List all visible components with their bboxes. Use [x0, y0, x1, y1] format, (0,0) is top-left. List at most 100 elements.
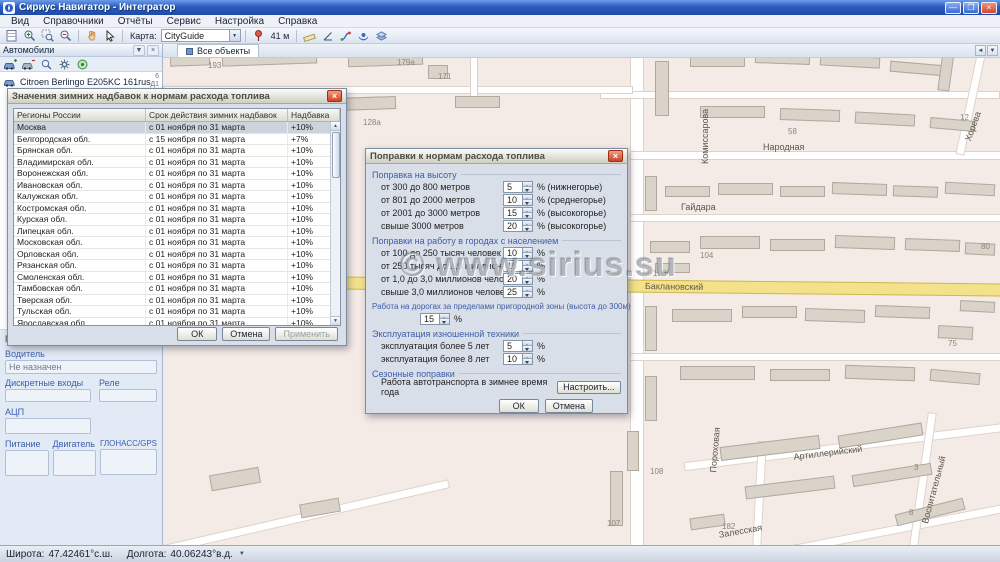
select-cursor-icon[interactable]: [101, 28, 118, 43]
layers-icon[interactable]: [373, 28, 390, 43]
spinner-arrows[interactable]: [439, 314, 449, 324]
spinner-arrows[interactable]: [522, 274, 532, 284]
region-row[interactable]: Воронежская обл. с 01 ноября по 31 марта…: [14, 168, 340, 180]
panel-close-icon[interactable]: ×: [147, 45, 159, 56]
cancel-button[interactable]: Отмена: [545, 399, 593, 413]
spinner-input[interactable]: 15: [503, 260, 533, 272]
spinner-input[interactable]: 10: [503, 353, 533, 365]
spinner-arrows[interactable]: [522, 221, 532, 231]
adc-link[interactable]: АЦП: [5, 407, 157, 417]
winter-dialog-titlebar[interactable]: Значения зимних надбавок к нормам расход…: [8, 89, 346, 104]
menu-item[interactable]: Настройка: [208, 16, 271, 27]
menu-item[interactable]: Вид: [4, 16, 36, 27]
status-dropdown-icon[interactable]: ▼: [239, 551, 245, 557]
menu-item[interactable]: Справка: [271, 16, 324, 27]
scroll-thumb[interactable]: [332, 132, 340, 178]
route-icon[interactable]: [337, 28, 354, 43]
region-row[interactable]: Тамбовская обл. с 01 ноября по 31 марта …: [14, 283, 340, 295]
discrete-inputs-link[interactable]: Дискретные входы: [5, 378, 91, 388]
menu-item[interactable]: Сервис: [160, 16, 208, 27]
glonass-link[interactable]: ГЛОНАСС/GPS: [100, 439, 157, 448]
driver-link[interactable]: Водитель: [5, 349, 157, 359]
zoom-out-icon[interactable]: [57, 28, 74, 43]
region-row[interactable]: Москва с 01 ноября по 31 марта +10%: [14, 122, 340, 134]
region-row[interactable]: Орловская обл. с 01 ноября по 31 марта +…: [14, 249, 340, 261]
region-row[interactable]: Рязанская обл. с 01 ноября по 31 марта +…: [14, 260, 340, 272]
cancel-button[interactable]: Отмена: [222, 327, 270, 341]
spinner-input[interactable]: 5: [503, 181, 533, 193]
dialog-close-icon[interactable]: ×: [608, 150, 623, 162]
add-vehicle-icon[interactable]: [2, 58, 18, 71]
remove-vehicle-icon[interactable]: [20, 58, 36, 71]
spinner-input[interactable]: 10: [503, 194, 533, 206]
table-scrollbar[interactable]: ▲ ▼: [330, 122, 340, 325]
follow-vehicle-icon[interactable]: [74, 58, 90, 71]
region-row[interactable]: Ивановская обл. с 01 ноября по 31 марта …: [14, 180, 340, 192]
spinner-input[interactable]: 25: [503, 286, 533, 298]
region-row[interactable]: Московская обл. с 01 ноября по 31 марта …: [14, 237, 340, 249]
region-row[interactable]: Белгородская обл. с 15 ноября по 31 март…: [14, 134, 340, 146]
spinner-input[interactable]: 15: [503, 207, 533, 219]
region-row[interactable]: Калужская обл. с 01 ноября по 31 марта +…: [14, 191, 340, 203]
close-button[interactable]: ×: [981, 2, 997, 14]
menu-item[interactable]: Отчёты: [111, 16, 160, 27]
menu-item[interactable]: Справочники: [36, 16, 111, 27]
zoom-in-icon[interactable]: [21, 28, 38, 43]
spinner-input[interactable]: 15: [420, 313, 450, 325]
apply-button[interactable]: Применить: [275, 327, 338, 341]
spinner-arrows[interactable]: [522, 354, 532, 364]
region-row[interactable]: Смоленская обл. с 01 ноября по 31 марта …: [14, 272, 340, 284]
region-row[interactable]: Ярославская обл. с 01 ноября по 31 марта…: [14, 318, 340, 327]
ok-button[interactable]: ОК: [177, 327, 217, 341]
region-row[interactable]: Тульская обл. с 01 ноября по 31 марта +1…: [14, 306, 340, 318]
vehicles-panel-caption[interactable]: Автомобили ▼ ×: [0, 44, 162, 57]
spinner-input[interactable]: 20: [503, 273, 533, 285]
pan-hand-icon[interactable]: [83, 28, 100, 43]
vehicle-settings-icon[interactable]: [56, 58, 72, 71]
tab-list-dropdown-icon[interactable]: ▼: [987, 45, 998, 56]
minimize-button[interactable]: —: [945, 2, 961, 14]
region-row[interactable]: Брянская обл. с 01 ноября по 31 марта +1…: [14, 145, 340, 157]
spinner-arrows[interactable]: [522, 287, 532, 297]
maximize-button[interactable]: ❒: [963, 2, 979, 14]
power-link[interactable]: Питание: [5, 439, 49, 449]
tab-all-objects[interactable]: Все объекты: [177, 44, 259, 57]
region-row[interactable]: Липецкая обл. с 01 ноября по 31 марта +1…: [14, 226, 340, 238]
window-titlebar[interactable]: Сириус Навигатор - Интегратор — ❒ ×: [0, 0, 1000, 15]
spinner-arrows[interactable]: [522, 261, 532, 271]
spinner-input[interactable]: 20: [503, 220, 533, 232]
tab-scroll-left-icon[interactable]: ◄: [975, 45, 986, 56]
engine-link[interactable]: Двигатель: [53, 439, 97, 449]
angle-measure-icon[interactable]: [319, 28, 336, 43]
scroll-down-icon[interactable]: ▼: [331, 316, 341, 325]
column-header-surcharge[interactable]: Надбавка: [288, 109, 340, 121]
configure-button[interactable]: Настроить...: [557, 381, 621, 394]
spinner-arrows[interactable]: [522, 248, 532, 258]
spinner-input[interactable]: 5: [503, 340, 533, 352]
spinner-arrows[interactable]: [522, 208, 532, 218]
chevron-down-icon[interactable]: ▼: [229, 30, 240, 41]
spinner-input[interactable]: 10: [503, 247, 533, 259]
ruler-icon[interactable]: [301, 28, 318, 43]
column-header-period[interactable]: Срок действия зимних надбавок: [146, 109, 288, 121]
column-header-region[interactable]: Регионы России: [14, 109, 146, 121]
corrections-dialog-titlebar[interactable]: Поправки к нормам расхода топлива ×: [366, 149, 627, 164]
map-page-icon[interactable]: [3, 28, 20, 43]
region-row[interactable]: Курская обл. с 01 ноября по 31 марта +10…: [14, 214, 340, 226]
map-source-combobox[interactable]: CityGuide ▼: [161, 29, 241, 42]
region-row[interactable]: Тверская обл. с 01 ноября по 31 марта +1…: [14, 295, 340, 307]
spinner-arrows[interactable]: [522, 195, 532, 205]
region-row[interactable]: Владимирская обл. с 01 ноября по 31 март…: [14, 157, 340, 169]
scroll-up-icon[interactable]: ▲: [331, 122, 341, 131]
panel-pin-icon[interactable]: ▼: [133, 45, 145, 56]
find-vehicle-icon[interactable]: [38, 58, 54, 71]
relay-link[interactable]: Реле: [99, 378, 157, 388]
region-row[interactable]: Костромская обл. с 01 ноября по 31 марта…: [14, 203, 340, 215]
spinner-arrows[interactable]: [522, 182, 532, 192]
satellite-icon[interactable]: [355, 28, 372, 43]
map-pin-icon[interactable]: [250, 28, 267, 43]
spinner-arrows[interactable]: [522, 341, 532, 351]
zoom-area-icon[interactable]: [39, 28, 56, 43]
ok-button[interactable]: ОК: [499, 399, 539, 413]
dialog-close-icon[interactable]: ×: [327, 90, 342, 102]
